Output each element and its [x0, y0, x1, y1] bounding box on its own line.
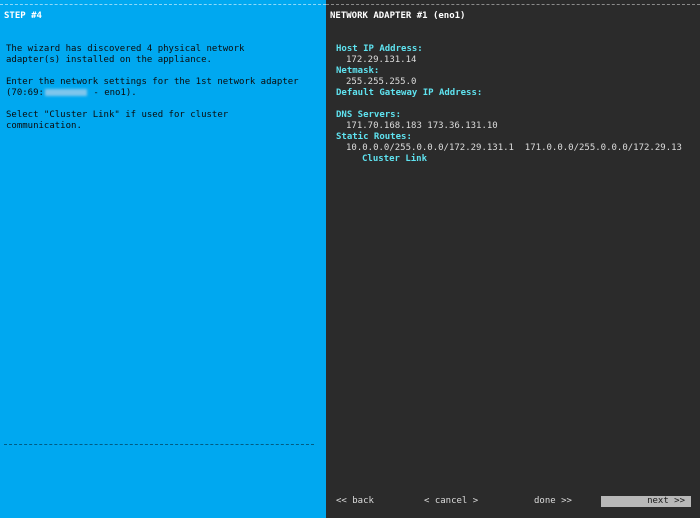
instruction-line-2: (70:69: - eno1). [6, 88, 306, 99]
bottom-divider [4, 444, 314, 445]
step-title: STEP #4 [4, 11, 42, 21]
cluster-hint-line-2: communication. [6, 121, 82, 131]
dns-servers-label[interactable]: DNS Servers: [336, 110, 401, 121]
mac-suffix: - eno1). [87, 88, 137, 98]
cancel-button[interactable]: < cancel > [424, 496, 478, 507]
next-button[interactable]: next >> [601, 496, 691, 507]
netmask-value[interactable]: 255.255.255.0 [346, 77, 416, 88]
wizard-description-line-2: adapter(s) installed on the appliance. [6, 55, 212, 65]
netmask-label[interactable]: Netmask: [336, 66, 379, 77]
back-button[interactable]: << back [336, 496, 374, 507]
adapter-title: NETWORK ADAPTER #1 (eno1) [330, 11, 466, 21]
static-routes-value[interactable]: 10.0.0.0/255.0.0.0/172.29.131.1 171.0.0.… [346, 143, 682, 154]
host-ip-value[interactable]: 172.29.131.14 [346, 55, 416, 66]
step-info-pane: STEP #4 The wizard has discovered 4 phys… [0, 0, 326, 518]
cluster-hint-line-1: Select "Cluster Link" if used for cluste… [6, 110, 229, 120]
static-routes-label[interactable]: Static Routes: [336, 132, 412, 143]
host-ip-label[interactable]: Host IP Address: [336, 44, 423, 55]
redacted-mac-segment [44, 89, 87, 96]
default-gateway-label[interactable]: Default Gateway IP Address: [336, 88, 482, 99]
done-button[interactable]: done >> [534, 496, 572, 507]
mac-prefix: (70:69: [6, 88, 44, 98]
top-divider [326, 4, 700, 5]
dns-servers-value[interactable]: 171.70.168.183 173.36.131.10 [346, 121, 498, 132]
wizard-description-line-1: The wizard has discovered 4 physical net… [6, 44, 245, 54]
adapter-settings-pane: NETWORK ADAPTER #1 (eno1) Host IP Addres… [326, 0, 700, 518]
instruction-line-1: Enter the network settings for the 1st n… [6, 77, 299, 87]
top-divider [0, 4, 326, 5]
cluster-link-option[interactable]: Cluster Link [362, 154, 427, 165]
